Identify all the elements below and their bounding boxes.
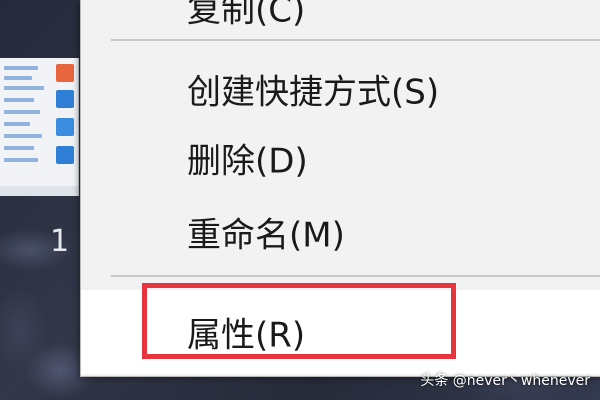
thumbnail-row [4,66,38,70]
annotation-highlight-box [142,283,456,359]
thumbnail-taskbar [0,186,78,196]
menu-item-label: 重命名(M) [187,215,345,256]
menu-item-label: 复制(C) [187,0,306,31]
app-tile-icon [56,118,74,136]
menu-separator [111,275,600,277]
menu-item-label: 创建快捷方式(S) [187,72,440,113]
thumbnail-row [4,158,38,162]
app-tile-icon [56,146,74,164]
thumbnail-row [4,122,30,126]
app-tile-icon [56,90,74,108]
thumbnail-row [4,134,42,138]
menu-item-create-shortcut[interactable]: 创建快捷方式(S) [81,60,600,118]
thumbnail-row [4,76,32,80]
menu-item-rename[interactable]: 重命名(M) [81,203,600,261]
app-window-thumbnail[interactable] [0,58,79,196]
menu-item-label: 删除(D) [187,141,308,182]
watermark-text: 头条 @never丶whenever [420,373,590,389]
thumbnail-row [4,98,34,102]
app-tile-icon [56,64,74,82]
desktop-icon-label: 1 [50,224,70,259]
menu-item-copy[interactable]: 复制(C) [81,0,600,36]
thumbnail-row [4,146,34,150]
thumbnail-row [4,110,40,114]
menu-separator [111,39,600,41]
menu-item-delete[interactable]: 删除(D) [81,129,600,187]
thumbnail-row [4,86,44,90]
